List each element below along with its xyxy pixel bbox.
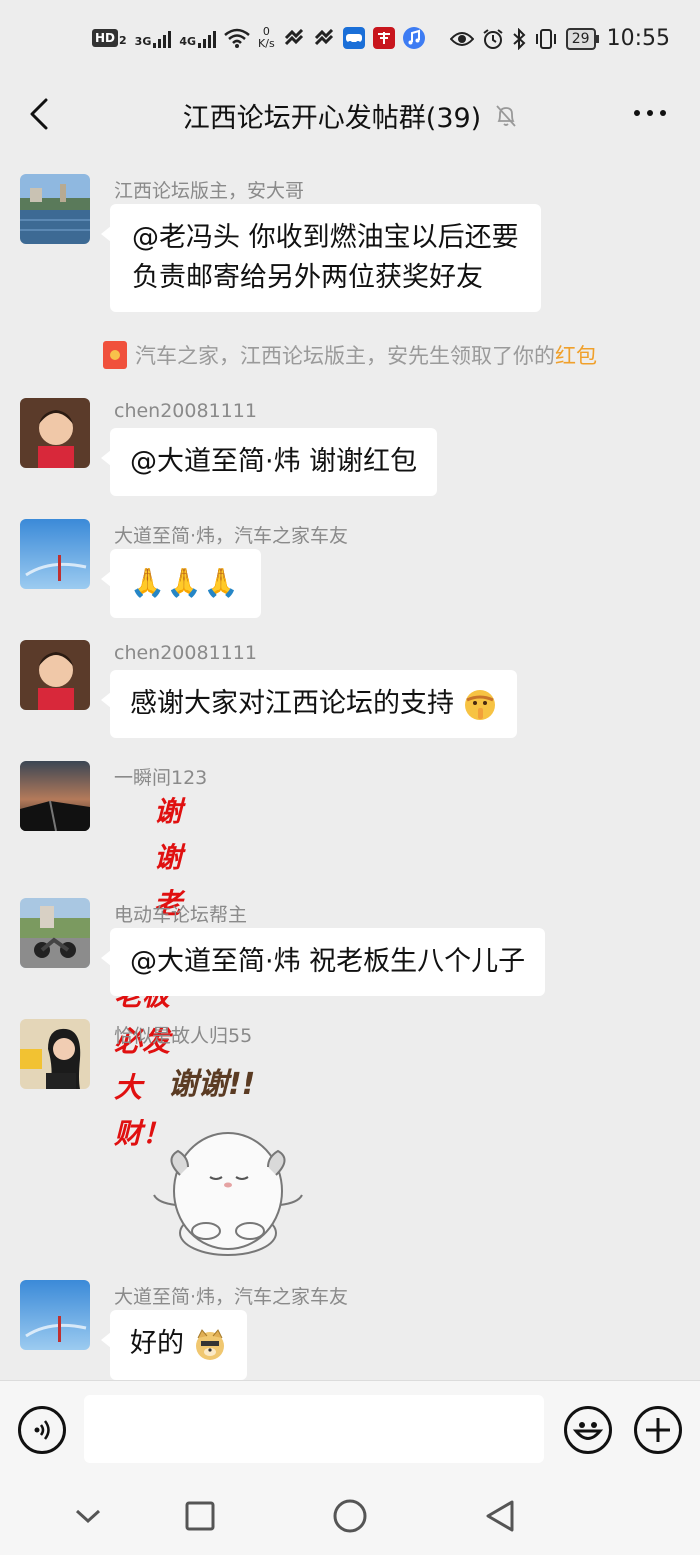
message-text: @大道至简·炜 祝老板生八个儿子 [130, 946, 526, 977]
message-text: @老冯头 你收到燃油宝以后还要 [132, 222, 519, 253]
avatar[interactable] [20, 1019, 90, 1089]
study-app-icon [372, 27, 395, 49]
avatar[interactable] [20, 1280, 90, 1350]
red-envelope-icon [103, 341, 127, 369]
nav-hide-keyboard-icon[interactable] [68, 1496, 108, 1536]
status-left: HD 2 3G 4G 0 K/s [92, 26, 425, 50]
sticker-text: 谢谢!! [168, 1067, 256, 1102]
bell-off-icon [496, 104, 516, 127]
sender-name: 一瞬间123 [114, 767, 208, 789]
signal-3g-icon: 3G [135, 28, 172, 48]
heart-link-icon [284, 29, 303, 46]
message-bubble[interactable]: @老冯头 你收到燃油宝以后还要 负责邮寄给另外两位获奖好友 [101, 204, 541, 312]
plus-icon[interactable] [634, 1406, 682, 1454]
cat-sticker[interactable]: 谢谢!! [148, 1055, 308, 1261]
autohome-app-icon [342, 27, 365, 49]
more-dots-icon[interactable] [634, 110, 666, 116]
wifi-icon [224, 28, 250, 48]
avatar[interactable] [20, 898, 90, 968]
system-message-text: 汽车之家，江西论坛版主，安先生领取了你的 [135, 344, 555, 368]
nav-home-icon[interactable] [330, 1496, 370, 1536]
sim-slot: 2 [119, 34, 127, 47]
clock: 10:55 [606, 26, 670, 51]
chat-header: 江西论坛开心发帖群(39) [0, 84, 700, 144]
net-speed: 0 K/s [258, 25, 275, 50]
message-bubble[interactable]: 好的 [101, 1310, 247, 1380]
smiley-icon[interactable] [564, 1406, 612, 1454]
nav-recents-icon[interactable] [180, 1496, 220, 1536]
avatar[interactable] [20, 174, 90, 244]
message-bubble[interactable]: 感谢大家对江西论坛的支持 [101, 670, 517, 738]
signal-4g-icon: 4G [179, 28, 217, 48]
system-nav-bar [0, 1476, 700, 1555]
voice-icon[interactable] [18, 1406, 66, 1454]
shush-emoji-icon [464, 689, 495, 720]
message-text: 负责邮寄给另外两位获奖好友 [132, 262, 483, 293]
sender-name: 大道至简·炜，汽车之家车友 [114, 525, 349, 547]
bluetooth-icon [513, 27, 526, 50]
message-input[interactable] [84, 1395, 544, 1463]
message-bubble[interactable]: @大道至简·炜 谢谢红包 [100, 428, 438, 496]
sender-name: 电动车论坛帮主 [114, 904, 248, 926]
avatar[interactable] [20, 398, 90, 468]
pray-emoji: 🙏🙏🙏 [130, 566, 241, 599]
avatar[interactable] [20, 640, 90, 710]
avatar[interactable] [20, 519, 90, 589]
sender-name: chen20081111 [114, 642, 257, 664]
doge-emoji-icon [195, 1328, 224, 1360]
battery-icon: 29 [565, 27, 599, 50]
alarm-icon [483, 28, 503, 49]
system-message: 汽车之家，江西论坛版主，安先生领取了你的 红包 [0, 340, 700, 374]
sender-name: chen20081111 [114, 400, 257, 422]
chat-title-wrap: 江西论坛开心发帖群(39) [0, 96, 700, 135]
nav-back-icon[interactable] [480, 1496, 520, 1536]
sender-name: 江西论坛版主，安大哥 [114, 180, 305, 202]
sender-name: 大道至简·炜，汽车之家车友 [114, 1286, 349, 1308]
hd-badge: HD [92, 29, 119, 47]
message-text: @大道至简·炜 谢谢红包 [130, 446, 418, 477]
message-text: 感谢大家对江西论坛的支持 [130, 688, 454, 719]
music-app-icon [402, 27, 425, 49]
chat-input-bar [0, 1380, 700, 1476]
red-envelope-link[interactable]: 红包 [555, 340, 597, 370]
message-text: 好的 [130, 1328, 184, 1359]
status-right: 29 10:55 [449, 26, 670, 51]
message-bubble[interactable]: @大道至简·炜 祝老板生八个儿子 [100, 928, 546, 996]
eye-icon [449, 31, 474, 46]
heart-link-icon [314, 29, 333, 46]
avatar[interactable] [20, 761, 90, 831]
sender-name: 恰似是故人归55 [114, 1025, 253, 1047]
status-bar: HD 2 3G 4G 0 K/s 29 10:55 [0, 0, 700, 84]
message-bubble[interactable]: 🙏🙏🙏 [101, 549, 261, 618]
chat-title: 江西论坛开心发帖群(39) [182, 103, 482, 134]
vibrate-icon [535, 28, 556, 49]
